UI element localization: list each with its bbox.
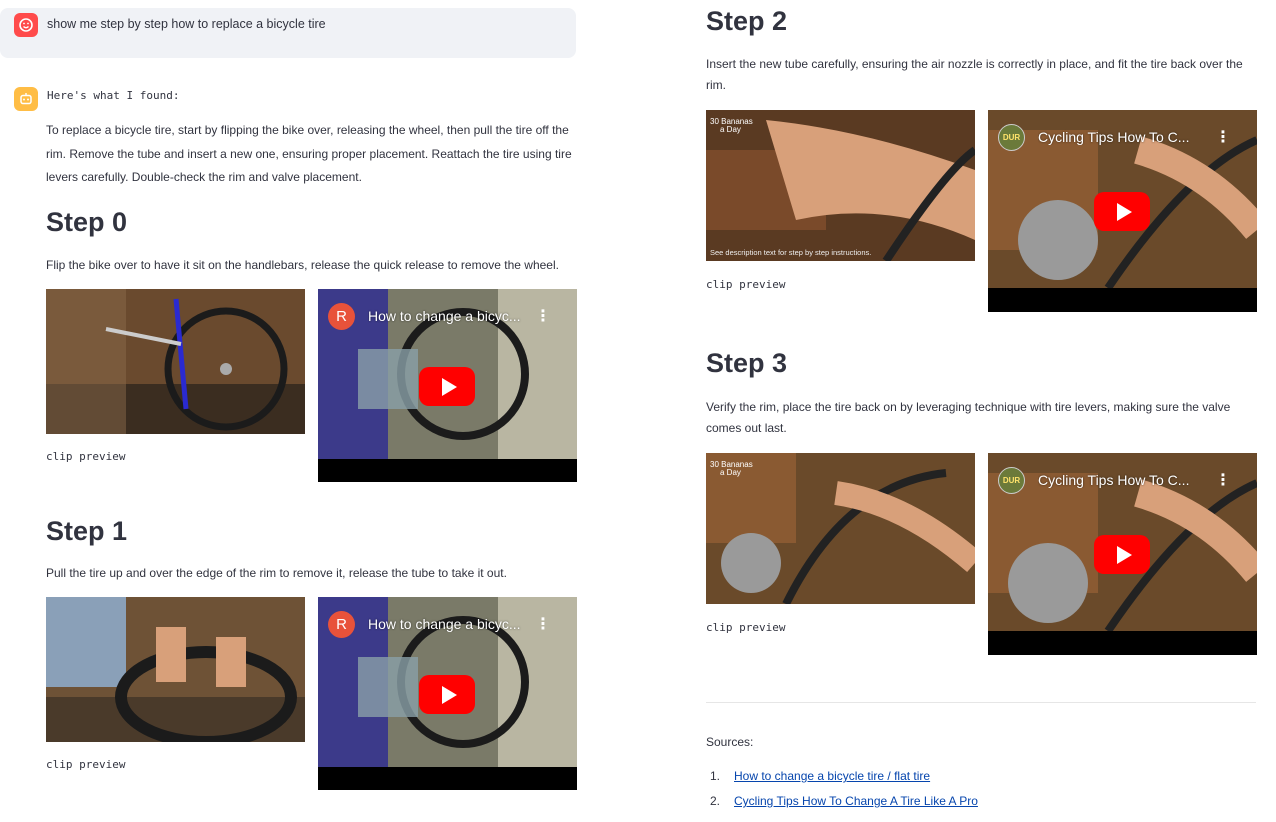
user-face-icon [19, 18, 33, 32]
step-1-clip-label: clip preview [46, 758, 126, 771]
step-2-clip-label: clip preview [706, 278, 786, 291]
user-message [0, 8, 576, 58]
channel-avatar-icon: R [328, 303, 355, 330]
step-3-clip-thumbnail[interactable]: 30 Bananas a Day [706, 453, 975, 604]
step-1-clip-thumbnail[interactable] [46, 597, 305, 742]
user-message-text: show me step by step how to replace a bi… [47, 17, 326, 31]
sources-label: Sources: [706, 735, 754, 749]
kebab-menu-icon[interactable]: ⋮ [1215, 470, 1231, 490]
step-2-youtube-embed[interactable]: DUR Cycling Tips How To C... ⋮ [988, 110, 1257, 312]
youtube-play-icon[interactable] [1094, 192, 1150, 231]
source-link[interactable]: How to change a bicycle tire / flat tire [734, 769, 930, 783]
step-2-description: Insert the new tube carefully, ensuring … [706, 57, 1243, 92]
youtube-play-icon[interactable] [419, 675, 475, 714]
step-3-clip-label: clip preview [706, 621, 786, 634]
step-0-clip-label: clip preview [46, 450, 126, 463]
youtube-play-icon[interactable] [1094, 535, 1150, 574]
user-avatar [14, 13, 38, 37]
channel-avatar-icon: DUR [998, 467, 1025, 494]
source-item: 1. How to change a bicycle tire / flat ti… [710, 769, 930, 783]
kebab-menu-icon[interactable]: ⋮ [535, 306, 551, 326]
kebab-menu-icon[interactable]: ⋮ [1215, 127, 1231, 147]
step-0-clip-thumbnail[interactable] [46, 289, 305, 434]
video-title[interactable]: How to change a bicyc... [368, 616, 538, 632]
step-2-title: Step 2 [706, 6, 788, 36]
step-2-clip-thumbnail[interactable]: 30 Bananas a Day See description text fo… [706, 110, 975, 261]
answer-summary: To replace a bicycle tire, start by flip… [46, 123, 572, 184]
step-0-title: Step 0 [46, 207, 128, 237]
video-title[interactable]: Cycling Tips How To C... [1038, 129, 1208, 145]
youtube-play-icon[interactable] [419, 367, 475, 406]
step-0-youtube-embed[interactable]: R How to change a bicyc... ⋮ [318, 289, 577, 482]
robot-face-icon [20, 93, 32, 105]
video-title[interactable]: How to change a bicyc... [368, 308, 538, 324]
clip-watermark: a Day [720, 468, 741, 477]
step-3-description: Verify the rim, place the tire back on b… [706, 400, 1231, 435]
source-number: 2. [710, 794, 721, 808]
source-item: 2. Cycling Tips How To Change A Tire Like… [710, 794, 978, 808]
bot-avatar [14, 87, 38, 111]
video-title[interactable]: Cycling Tips How To C... [1038, 472, 1208, 488]
kebab-menu-icon[interactable]: ⋮ [535, 614, 551, 634]
divider [706, 702, 1256, 703]
step-3-youtube-embed[interactable]: DUR Cycling Tips How To C... ⋮ [988, 453, 1257, 655]
clip-caption: See description text for step by step in… [710, 248, 871, 257]
bot-intro: Here's what I found: [47, 89, 180, 102]
source-link[interactable]: Cycling Tips How To Change A Tire Like A… [734, 794, 978, 808]
channel-avatar-icon: R [328, 611, 355, 638]
step-1-description: Pull the tire up and over the edge of th… [46, 566, 507, 580]
clip-watermark: a Day [720, 125, 741, 134]
source-number: 1. [710, 769, 721, 783]
step-3-title: Step 3 [706, 348, 788, 378]
step-1-title: Step 1 [46, 516, 128, 546]
step-1-youtube-embed[interactable]: R How to change a bicyc... ⋮ [318, 597, 577, 790]
channel-avatar-icon: DUR [998, 124, 1025, 151]
step-0-description: Flip the bike over to have it sit on the… [46, 258, 559, 272]
